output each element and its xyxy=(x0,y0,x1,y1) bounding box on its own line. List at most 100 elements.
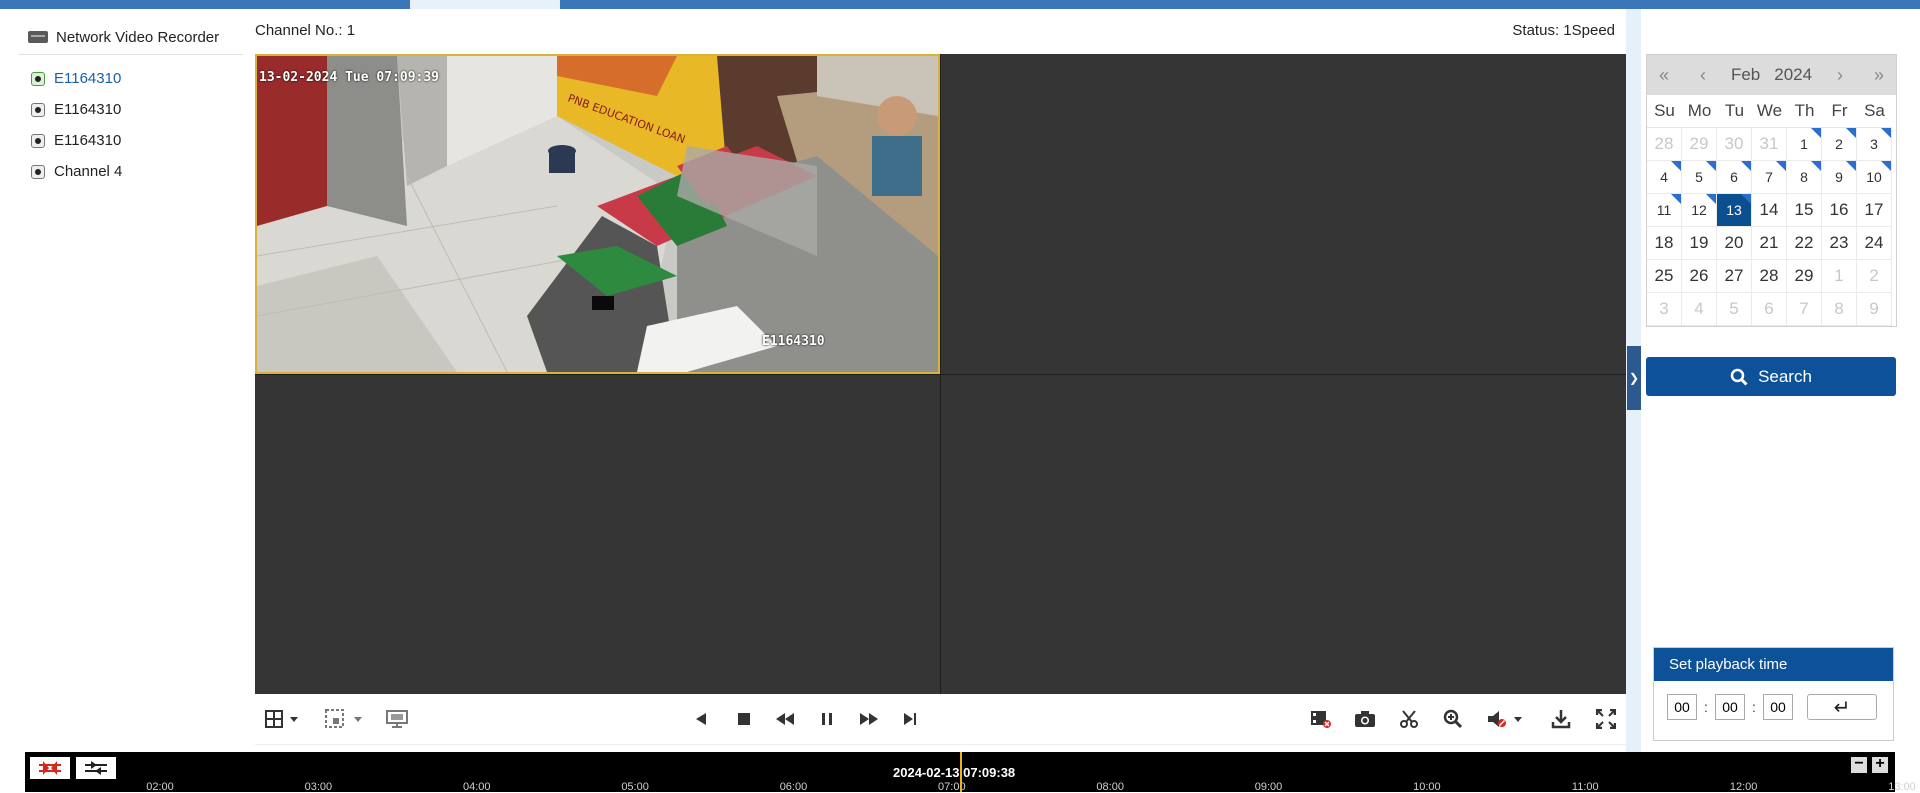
calendar-day[interactable]: 8 xyxy=(1787,161,1822,194)
calendar-day[interactable]: 5 xyxy=(1682,161,1717,194)
fullscreen-icon[interactable] xyxy=(1594,708,1618,730)
calendar-day[interactable]: 23 xyxy=(1822,227,1857,260)
camera-icon xyxy=(31,102,45,117)
calendar-day[interactable]: 2 xyxy=(1857,260,1892,293)
calendar-day[interactable]: 31 xyxy=(1752,128,1787,161)
next-year-icon[interactable]: » xyxy=(1868,65,1890,86)
calendar-day[interactable]: 11 xyxy=(1647,194,1682,227)
channel-item-2[interactable]: E1164310 xyxy=(18,94,243,125)
calendar-day[interactable]: 1 xyxy=(1787,128,1822,161)
calendar-day[interactable]: 3 xyxy=(1647,293,1682,326)
channel-item-4[interactable]: Channel 4 xyxy=(18,156,243,187)
timeline-tick-label: 02:00 xyxy=(146,781,174,793)
calendar-day[interactable]: 18 xyxy=(1647,227,1682,260)
timeline-bar[interactable]: 02:00 03:00 04:00 05:00 06:00 07:00 08:00 09:00… xyxy=(25,752,1916,793)
calendar-day[interactable]: 4 xyxy=(1682,293,1717,326)
device-tree-root-label: Network Video Recorder xyxy=(56,28,220,46)
timeline-tick-label: 06:00 xyxy=(779,781,808,793)
weekday-header: Th xyxy=(1787,95,1822,128)
calendar-day[interactable]: 27 xyxy=(1717,260,1752,293)
clip-icon[interactable] xyxy=(1397,708,1421,730)
channel-item-1[interactable]: E1164310 xyxy=(18,63,243,94)
calendar-month[interactable]: Feb xyxy=(1731,65,1760,85)
audio-icon[interactable] xyxy=(1485,708,1525,730)
calendar-day[interactable]: 15 xyxy=(1787,194,1822,227)
pause-icon[interactable] xyxy=(815,708,839,730)
calendar-day[interactable]: 1 xyxy=(1822,260,1857,293)
calendar-day[interactable]: 9 xyxy=(1822,161,1857,194)
calendar-day[interactable]: 14 xyxy=(1752,194,1787,227)
nvr-icon xyxy=(28,31,48,43)
calendar-day[interactable]: 21 xyxy=(1752,227,1787,260)
active-tab-indicator[interactable] xyxy=(410,0,560,9)
calendar-day[interactable]: 7 xyxy=(1787,293,1822,326)
video-window-4[interactable] xyxy=(941,375,1626,694)
calendar-day[interactable]: 22 xyxy=(1787,227,1822,260)
calendar-day[interactable]: 8 xyxy=(1822,293,1857,326)
calendar-day[interactable]: 29 xyxy=(1787,260,1822,293)
download-icon[interactable] xyxy=(1549,708,1573,730)
window-select-icon[interactable] xyxy=(325,708,365,730)
calendar-day[interactable]: 28 xyxy=(1752,260,1787,293)
calendar-day[interactable]: 9 xyxy=(1857,293,1892,326)
calendar-day[interactable]: 6 xyxy=(1717,161,1752,194)
calendar-day[interactable]: 28 xyxy=(1647,128,1682,161)
calendar-day[interactable]: 7 xyxy=(1752,161,1787,194)
calendar-day[interactable]: 4 xyxy=(1647,161,1682,194)
hour-input[interactable] xyxy=(1667,694,1697,720)
calendar-day[interactable]: 17 xyxy=(1857,194,1892,227)
apply-time-button[interactable]: ↵ xyxy=(1807,694,1877,720)
single-frame-icon[interactable] xyxy=(898,708,922,730)
prev-year-icon[interactable]: « xyxy=(1653,65,1675,86)
video-window-2[interactable] xyxy=(941,54,1626,374)
calendar-day[interactable]: 24 xyxy=(1857,227,1892,260)
video-window-1[interactable]: PNB EDUCATION LOAN 13-02-2024 Tue 07:09:… xyxy=(255,54,940,374)
fast-icon[interactable] xyxy=(857,708,881,730)
reverse-play-icon[interactable] xyxy=(689,708,713,730)
timeline-filter-button[interactable] xyxy=(30,757,70,779)
calendar-day-selected[interactable]: 13 xyxy=(1717,194,1752,227)
zoom-icon[interactable] xyxy=(1441,708,1465,730)
channel-number: Channel No.: 1 xyxy=(255,22,356,39)
zoom-out-button[interactable]: − xyxy=(1851,756,1867,773)
slow-icon[interactable] xyxy=(773,708,797,730)
calendar-day[interactable]: 25 xyxy=(1647,260,1682,293)
video-window-3[interactable] xyxy=(255,375,940,694)
device-tree-root[interactable]: Network Video Recorder xyxy=(18,20,243,55)
calendar-day[interactable]: 10 xyxy=(1857,161,1892,194)
prev-month-icon[interactable]: ‹ xyxy=(1692,65,1714,86)
calendar-day[interactable]: 5 xyxy=(1717,293,1752,326)
search-label: Search xyxy=(1758,366,1812,386)
next-month-icon[interactable]: › xyxy=(1829,65,1851,86)
snapshot-monitor-icon[interactable] xyxy=(385,708,409,730)
search-button[interactable]: Search xyxy=(1646,357,1896,396)
timeline-tick-label: 05:00 xyxy=(621,781,649,793)
timeline-tick-label: 03:00 xyxy=(304,781,333,793)
calendar-day[interactable]: 16 xyxy=(1822,194,1857,227)
camera-icon[interactable] xyxy=(1353,708,1377,730)
timeline-settings-button[interactable] xyxy=(76,757,116,779)
calendar-day[interactable]: 26 xyxy=(1682,260,1717,293)
weekday-header: Sa xyxy=(1857,95,1892,128)
stop-icon[interactable] xyxy=(732,708,756,730)
second-input[interactable] xyxy=(1763,694,1793,720)
channel-item-3[interactable]: E1164310 xyxy=(18,125,243,156)
calendar-day[interactable]: 20 xyxy=(1717,227,1752,260)
camera-icon xyxy=(31,133,45,148)
stop-all-icon[interactable] xyxy=(1309,708,1333,730)
zoom-in-button[interactable]: + xyxy=(1872,756,1888,773)
calendar-day[interactable]: 19 xyxy=(1682,227,1717,260)
calendar-day[interactable]: 2 xyxy=(1822,128,1857,161)
minute-input[interactable] xyxy=(1715,694,1745,720)
calendar-day[interactable]: 6 xyxy=(1752,293,1787,326)
grid-divider-horizontal xyxy=(255,374,1626,375)
calendar-day[interactable]: 3 xyxy=(1857,128,1892,161)
enter-icon: ↵ xyxy=(1833,696,1851,719)
calendar-day[interactable]: 29 xyxy=(1682,128,1717,161)
calendar-day[interactable]: 12 xyxy=(1682,194,1717,227)
collapse-panel-button[interactable]: ❯ xyxy=(1627,346,1641,410)
calendar-year[interactable]: 2024 xyxy=(1774,65,1812,85)
calendar-day[interactable]: 30 xyxy=(1717,128,1752,161)
layout-grid-icon[interactable] xyxy=(263,708,303,730)
osd-timestamp: 13-02-2024 Tue 07:09:39 xyxy=(259,70,440,85)
